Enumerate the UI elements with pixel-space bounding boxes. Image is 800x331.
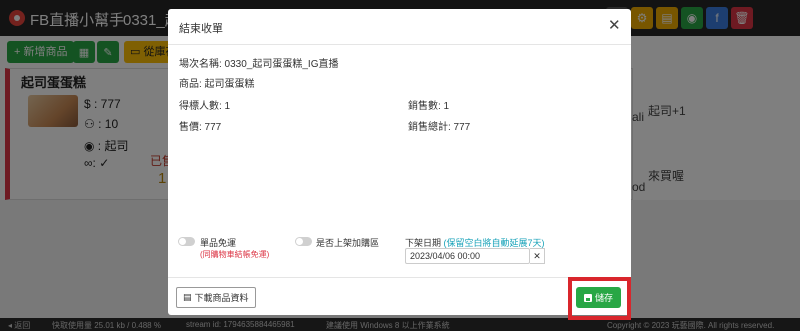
winner-count: 得標人數: 1 (179, 101, 231, 112)
close-icon[interactable]: ✕ (608, 18, 621, 33)
total-sales: 銷售總計: 777 (408, 122, 471, 133)
delist-date-hint: (保留空白將自動延展7天) (443, 238, 545, 248)
modal-header: 結束收單 ✕ (168, 9, 631, 45)
delist-date-title: 下架日期 (405, 238, 442, 248)
end-collection-modal: 結束收單 ✕ 場次名稱: 0330_起司蛋蛋糕_IG直播 商品: 起司蛋蛋糕 得… (168, 9, 631, 315)
download-product-button[interactable]: ▤ 下載商品資料 (176, 287, 256, 308)
single-free-shipping-toggle[interactable] (178, 237, 195, 246)
download-label: 下載商品資料 (194, 293, 249, 303)
save-icon (583, 293, 592, 302)
save-button[interactable]: 儲存 (576, 287, 621, 308)
session-name: 場次名稱: 0330_起司蛋蛋糕_IG直播 (179, 59, 339, 70)
add-on-toggle[interactable] (295, 237, 312, 246)
modal-title: 結束收單 (179, 23, 223, 35)
sale-price: 售價: 777 (179, 122, 222, 133)
modal-footer-divider (168, 277, 631, 278)
single-free-shipping-note: (同購物車結帳免運) (200, 250, 270, 259)
date-clear-icon[interactable]: ✕ (530, 248, 545, 264)
add-on-label: 是否上架加購區 (316, 238, 380, 248)
save-label: 儲存 (594, 293, 613, 303)
sold-count: 銷售數: 1 (408, 101, 450, 112)
single-free-shipping-label: 單品免運 (200, 238, 237, 248)
delist-date-input[interactable]: 2023/04/06 00:00 (405, 248, 530, 264)
file-icon: ▤ (183, 292, 192, 302)
product-name: 商品: 起司蛋蛋糕 (179, 79, 255, 90)
